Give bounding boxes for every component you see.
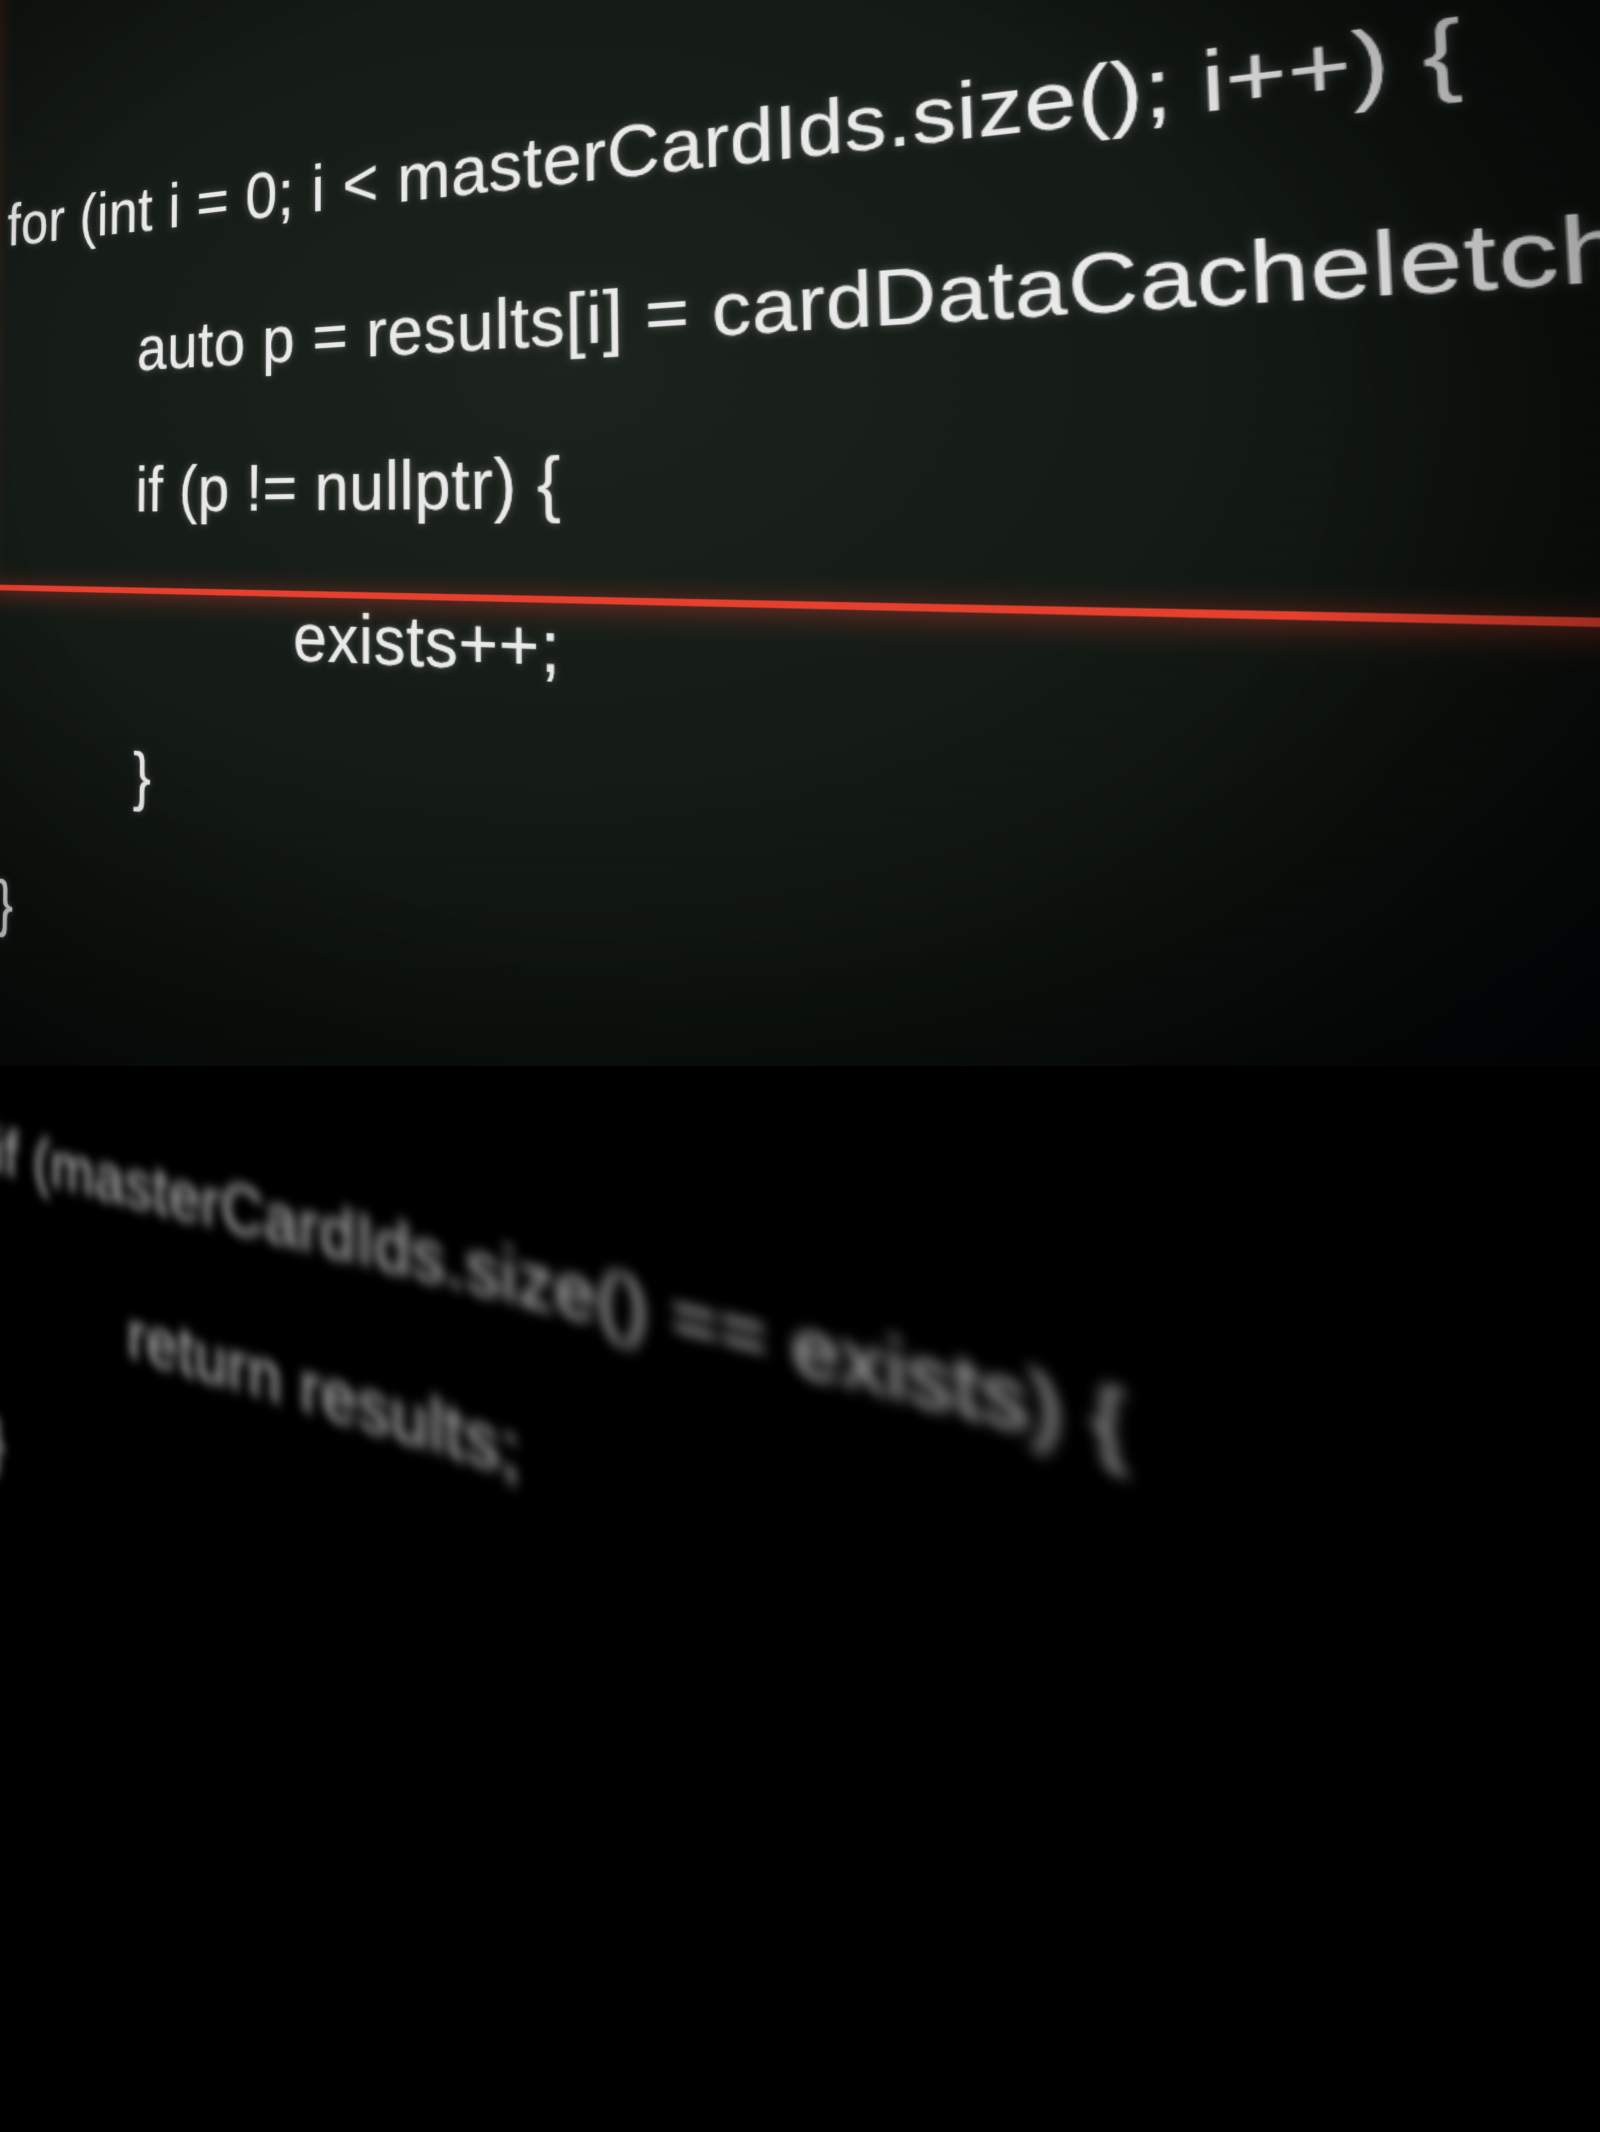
editor-screen: results.resize( size _t exists = 0; for …: [0, 0, 1600, 1066]
perspective-stage: results.resize( size _t exists = 0; for …: [0, 0, 1600, 1380]
code-plane: results.resize( size _t exists = 0; for …: [0, 0, 1600, 2132]
